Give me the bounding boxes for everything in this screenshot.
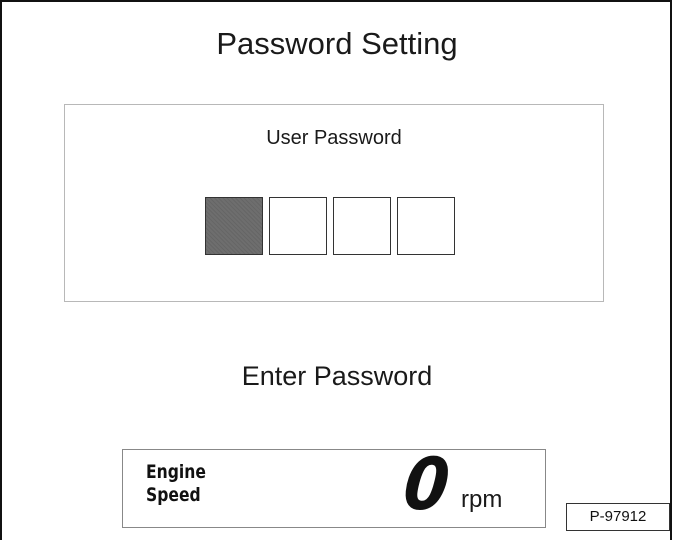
- engine-speed-label-line2: Speed: [146, 484, 201, 506]
- user-password-label: User Password: [266, 127, 402, 149]
- password-digit-1[interactable]: [205, 197, 263, 255]
- password-digit-row: [205, 197, 455, 255]
- password-digit-2[interactable]: [269, 197, 327, 255]
- password-digit-3[interactable]: [333, 197, 391, 255]
- password-panel: User Password: [64, 104, 604, 302]
- figure-reference-label: P-97912: [566, 503, 670, 531]
- engine-speed-value: 0: [400, 442, 454, 526]
- engine-speed-unit: rpm: [461, 486, 503, 513]
- engine-speed-panel: Engine Speed 0 rpm: [122, 442, 546, 528]
- engine-speed-label: Engine Speed: [146, 461, 212, 507]
- page-title: Password Setting: [216, 26, 458, 61]
- password-digit-4[interactable]: [397, 197, 455, 255]
- engine-speed-label-line1: Engine: [146, 461, 206, 483]
- enter-password-prompt: Enter Password: [241, 361, 433, 391]
